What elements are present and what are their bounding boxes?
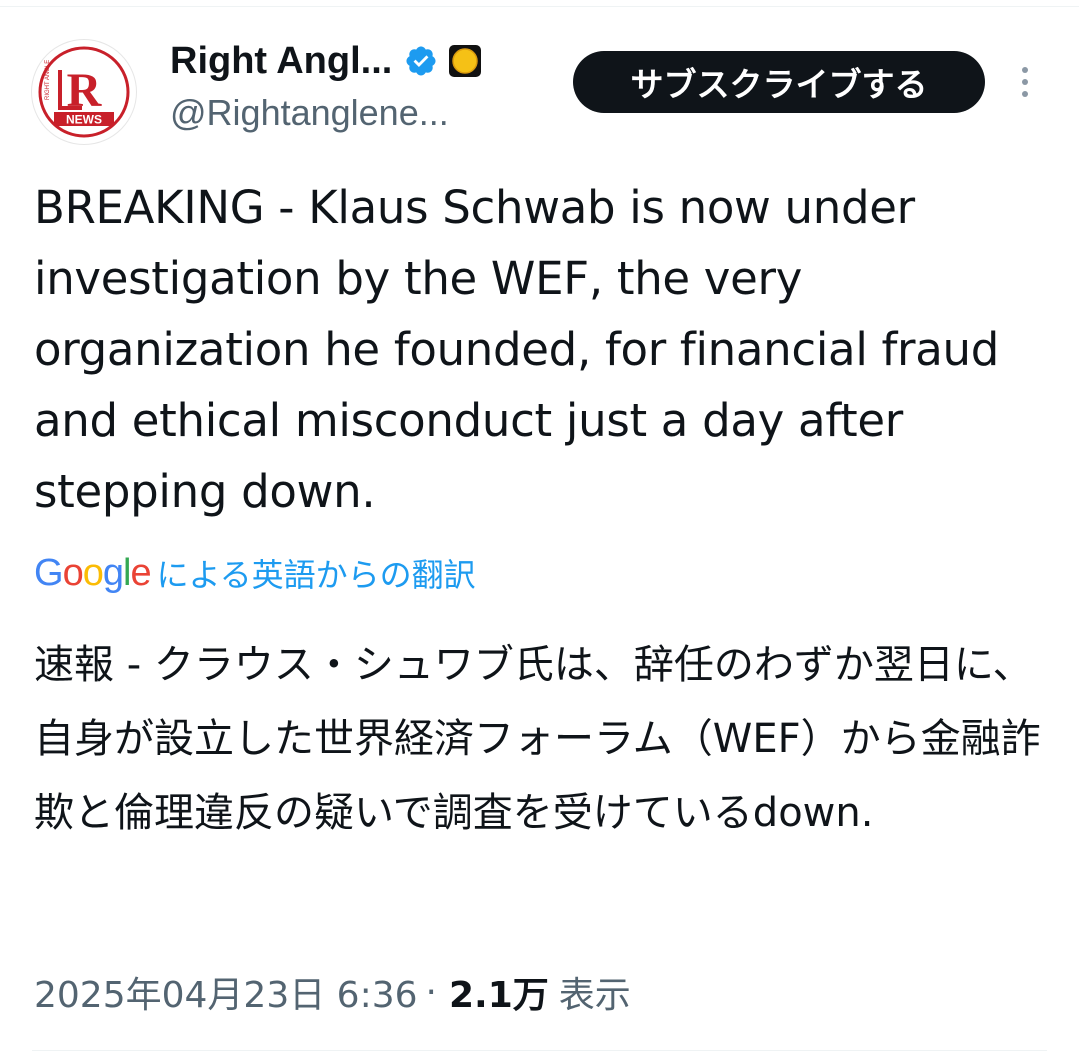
subscribe-button[interactable]: サブスクライブする (573, 51, 985, 113)
views-count: 2.1万 (448, 975, 549, 1016)
affiliate-badge-icon[interactable] (448, 44, 482, 78)
display-name[interactable]: Right Angl... (170, 40, 392, 83)
top-divider (0, 6, 1079, 7)
right-angle-news-logo: R NEWS RIGHT ANGLE (33, 41, 135, 143)
svg-text:NEWS: NEWS (66, 113, 102, 127)
translated-text: 速報 - クラウス・シュワブ氏は、辞任のわずか翌日に、自身が設立した世界経済フォ… (34, 642, 1041, 836)
svg-text:RIGHT ANGLE: RIGHT ANGLE (45, 60, 51, 100)
account-handle[interactable]: @Rightanglene... (170, 92, 449, 134)
google-logo: Google (34, 551, 152, 594)
more-vertical-icon[interactable] (1014, 64, 1036, 100)
tweet-text: BREAKING - Klaus Schwab is now under inv… (34, 181, 1000, 518)
bottom-divider (32, 1050, 1047, 1051)
views-label: 表示 (558, 975, 631, 1016)
meta-separator: · (425, 971, 437, 1013)
avatar[interactable]: R NEWS RIGHT ANGLE (32, 40, 136, 144)
tweet-detail-view: R NEWS RIGHT ANGLE Right Angl... @Righta… (0, 0, 1079, 1057)
tweet-meta: 2025年04月23日 6:36 · 2.1万 表示 (34, 962, 631, 1022)
timestamp[interactable]: 2025年04月23日 6:36 (34, 966, 418, 1018)
translation-attribution[interactable]: Google による英語からの翻訳 (34, 548, 476, 598)
verified-badge-icon[interactable] (404, 44, 438, 78)
translation-label[interactable]: による英語からの翻訳 (157, 550, 476, 596)
display-name-row[interactable]: Right Angl... (170, 36, 482, 86)
